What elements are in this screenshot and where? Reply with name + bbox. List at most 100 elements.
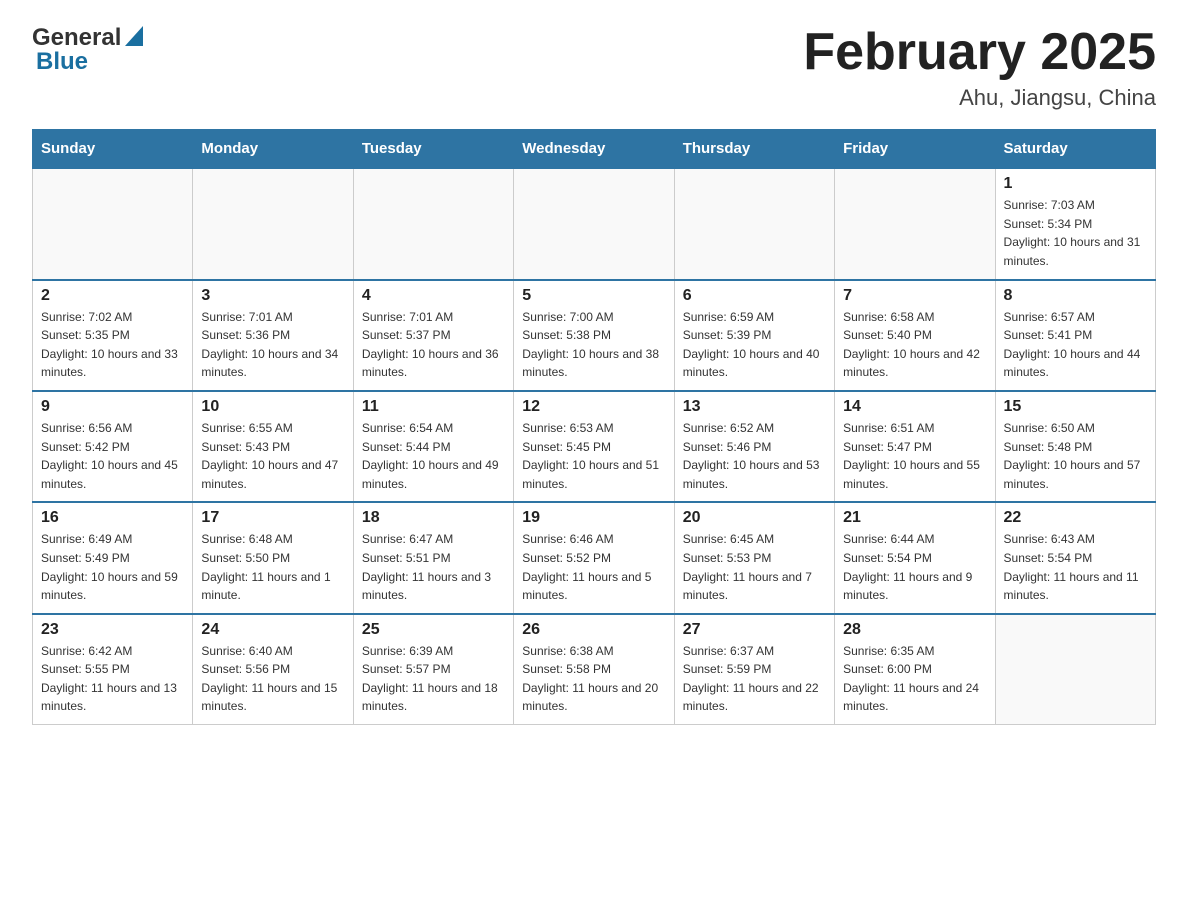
- day-info: Sunrise: 6:42 AMSunset: 5:55 PMDaylight:…: [41, 642, 184, 716]
- location-title: Ahu, Jiangsu, China: [803, 85, 1156, 111]
- day-info: Sunrise: 7:01 AMSunset: 5:37 PMDaylight:…: [362, 308, 505, 382]
- calendar-week-row: 16 Sunrise: 6:49 AMSunset: 5:49 PMDayligh…: [33, 502, 1156, 613]
- day-info: Sunrise: 6:43 AMSunset: 5:54 PMDaylight:…: [1004, 530, 1147, 604]
- calendar-day-7: 7 Sunrise: 6:58 AMSunset: 5:40 PMDaylight…: [835, 280, 995, 391]
- day-number: 24: [201, 621, 344, 639]
- calendar-day-9: 9 Sunrise: 6:56 AMSunset: 5:42 PMDaylight…: [33, 391, 193, 502]
- calendar-day-24: 24 Sunrise: 6:40 AMSunset: 5:56 PMDayligh…: [193, 614, 353, 725]
- day-info: Sunrise: 7:02 AMSunset: 5:35 PMDaylight:…: [41, 308, 184, 382]
- calendar-day-1: 1 Sunrise: 7:03 AMSunset: 5:34 PMDaylight…: [995, 168, 1155, 279]
- day-number: 1: [1004, 175, 1147, 193]
- calendar-day-27: 27Sunrise: 6:37 AMSunset: 5:59 PMDayligh…: [674, 614, 834, 725]
- calendar-header-wednesday: Wednesday: [514, 130, 674, 169]
- day-info: Sunrise: 6:35 AMSunset: 6:00 PMDaylight:…: [843, 642, 986, 716]
- day-number: 25: [362, 621, 505, 639]
- calendar-day-22: 22 Sunrise: 6:43 AMSunset: 5:54 PMDayligh…: [995, 502, 1155, 613]
- day-info: Sunrise: 6:54 AMSunset: 5:44 PMDaylight:…: [362, 419, 505, 493]
- day-info: Sunrise: 6:56 AMSunset: 5:42 PMDaylight:…: [41, 419, 184, 493]
- calendar-day-12: 12 Sunrise: 6:53 AMSunset: 5:45 PMDayligh…: [514, 391, 674, 502]
- calendar-day-empty: [193, 168, 353, 279]
- calendar-day-25: 25 Sunrise: 6:39 AMSunset: 5:57 PMDayligh…: [353, 614, 513, 725]
- logo: General Blue: [32, 24, 143, 76]
- day-number: 22: [1004, 509, 1147, 527]
- calendar-day-5: 5Sunrise: 7:00 AMSunset: 5:38 PMDaylight…: [514, 280, 674, 391]
- day-info: Sunrise: 6:58 AMSunset: 5:40 PMDaylight:…: [843, 308, 986, 382]
- calendar-day-15: 15 Sunrise: 6:50 AMSunset: 5:48 PMDayligh…: [995, 391, 1155, 502]
- calendar-day-19: 19 Sunrise: 6:46 AMSunset: 5:52 PMDayligh…: [514, 502, 674, 613]
- calendar-day-11: 11 Sunrise: 6:54 AMSunset: 5:44 PMDayligh…: [353, 391, 513, 502]
- calendar-day-14: 14Sunrise: 6:51 AMSunset: 5:47 PMDayligh…: [835, 391, 995, 502]
- day-number: 20: [683, 509, 826, 527]
- calendar-day-3: 3Sunrise: 7:01 AMSunset: 5:36 PMDaylight…: [193, 280, 353, 391]
- day-info: Sunrise: 6:52 AMSunset: 5:46 PMDaylight:…: [683, 419, 826, 493]
- day-info: Sunrise: 6:37 AMSunset: 5:59 PMDaylight:…: [683, 642, 826, 716]
- calendar-week-row: 9 Sunrise: 6:56 AMSunset: 5:42 PMDaylight…: [33, 391, 1156, 502]
- day-info: Sunrise: 6:38 AMSunset: 5:58 PMDaylight:…: [522, 642, 665, 716]
- calendar-table: SundayMondayTuesdayWednesdayThursdayFrid…: [32, 129, 1156, 725]
- calendar-day-21: 21 Sunrise: 6:44 AMSunset: 5:54 PMDayligh…: [835, 502, 995, 613]
- day-number: 13: [683, 398, 826, 416]
- calendar-header-thursday: Thursday: [674, 130, 834, 169]
- calendar-day-empty: [353, 168, 513, 279]
- title-area: February 2025 Ahu, Jiangsu, China: [803, 24, 1156, 111]
- calendar-header-monday: Monday: [193, 130, 353, 169]
- calendar-day-empty: [835, 168, 995, 279]
- day-info: Sunrise: 6:45 AMSunset: 5:53 PMDaylight:…: [683, 530, 826, 604]
- calendar-day-empty: [674, 168, 834, 279]
- day-number: 2: [41, 287, 184, 305]
- day-number: 28: [843, 621, 986, 639]
- day-info: Sunrise: 6:57 AMSunset: 5:41 PMDaylight:…: [1004, 308, 1147, 382]
- calendar-day-10: 10Sunrise: 6:55 AMSunset: 5:43 PMDayligh…: [193, 391, 353, 502]
- day-number: 4: [362, 287, 505, 305]
- calendar-day-4: 4 Sunrise: 7:01 AMSunset: 5:37 PMDaylight…: [353, 280, 513, 391]
- day-info: Sunrise: 6:50 AMSunset: 5:48 PMDaylight:…: [1004, 419, 1147, 493]
- day-number: 21: [843, 509, 986, 527]
- day-number: 14: [843, 398, 986, 416]
- day-number: 15: [1004, 398, 1147, 416]
- day-number: 6: [683, 287, 826, 305]
- calendar-week-row: 2 Sunrise: 7:02 AMSunset: 5:35 PMDaylight…: [33, 280, 1156, 391]
- day-info: Sunrise: 7:00 AMSunset: 5:38 PMDaylight:…: [522, 308, 665, 382]
- day-info: Sunrise: 6:55 AMSunset: 5:43 PMDaylight:…: [201, 419, 344, 493]
- calendar-day-20: 20 Sunrise: 6:45 AMSunset: 5:53 PMDayligh…: [674, 502, 834, 613]
- day-number: 19: [522, 509, 665, 527]
- calendar-day-16: 16 Sunrise: 6:49 AMSunset: 5:49 PMDayligh…: [33, 502, 193, 613]
- day-info: Sunrise: 6:46 AMSunset: 5:52 PMDaylight:…: [522, 530, 665, 604]
- calendar-day-empty: [995, 614, 1155, 725]
- day-number: 17: [201, 509, 344, 527]
- calendar-header-tuesday: Tuesday: [353, 130, 513, 169]
- day-info: Sunrise: 6:39 AMSunset: 5:57 PMDaylight:…: [362, 642, 505, 716]
- logo-blue-text: Blue: [36, 48, 88, 76]
- day-number: 11: [362, 398, 505, 416]
- day-number: 23: [41, 621, 184, 639]
- day-number: 8: [1004, 287, 1147, 305]
- calendar-day-18: 18Sunrise: 6:47 AMSunset: 5:51 PMDayligh…: [353, 502, 513, 613]
- calendar-header-friday: Friday: [835, 130, 995, 169]
- calendar-day-6: 6 Sunrise: 6:59 AMSunset: 5:39 PMDaylight…: [674, 280, 834, 391]
- calendar-header-sunday: Sunday: [33, 130, 193, 169]
- calendar-day-23: 23 Sunrise: 6:42 AMSunset: 5:55 PMDayligh…: [33, 614, 193, 725]
- calendar-day-8: 8 Sunrise: 6:57 AMSunset: 5:41 PMDaylight…: [995, 280, 1155, 391]
- day-info: Sunrise: 6:44 AMSunset: 5:54 PMDaylight:…: [843, 530, 986, 604]
- calendar-day-13: 13 Sunrise: 6:52 AMSunset: 5:46 PMDayligh…: [674, 391, 834, 502]
- day-info: Sunrise: 6:49 AMSunset: 5:49 PMDaylight:…: [41, 530, 184, 604]
- calendar-week-row: 23 Sunrise: 6:42 AMSunset: 5:55 PMDayligh…: [33, 614, 1156, 725]
- day-number: 16: [41, 509, 184, 527]
- day-number: 9: [41, 398, 184, 416]
- day-info: Sunrise: 6:53 AMSunset: 5:45 PMDaylight:…: [522, 419, 665, 493]
- calendar-week-row: 1 Sunrise: 7:03 AMSunset: 5:34 PMDaylight…: [33, 168, 1156, 279]
- logo-triangle-icon: [125, 26, 143, 51]
- day-info: Sunrise: 7:03 AMSunset: 5:34 PMDaylight:…: [1004, 196, 1147, 270]
- calendar-header-saturday: Saturday: [995, 130, 1155, 169]
- page-header: General Blue February 2025 Ahu, Jiangsu,…: [32, 24, 1156, 111]
- day-number: 7: [843, 287, 986, 305]
- day-number: 12: [522, 398, 665, 416]
- day-number: 3: [201, 287, 344, 305]
- calendar-day-17: 17Sunrise: 6:48 AMSunset: 5:50 PMDayligh…: [193, 502, 353, 613]
- day-info: Sunrise: 6:40 AMSunset: 5:56 PMDaylight:…: [201, 642, 344, 716]
- calendar-day-28: 28 Sunrise: 6:35 AMSunset: 6:00 PMDayligh…: [835, 614, 995, 725]
- day-info: Sunrise: 6:59 AMSunset: 5:39 PMDaylight:…: [683, 308, 826, 382]
- calendar-day-empty: [514, 168, 674, 279]
- calendar-header-row: SundayMondayTuesdayWednesdayThursdayFrid…: [33, 130, 1156, 169]
- calendar-day-26: 26Sunrise: 6:38 AMSunset: 5:58 PMDayligh…: [514, 614, 674, 725]
